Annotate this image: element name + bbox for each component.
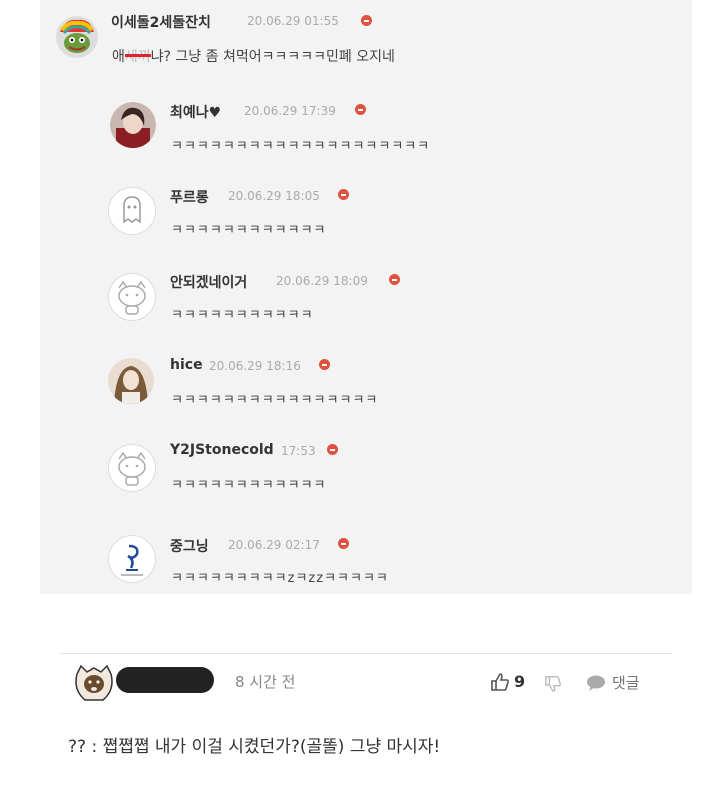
avatar[interactable] — [110, 102, 156, 148]
avatar[interactable] — [108, 535, 156, 583]
reply-author[interactable]: 최예나♥ — [170, 102, 221, 122]
reply-text: ㅋㅋㅋㅋㅋㅋㅋㅋㅋㅋㅋㅋ — [171, 478, 327, 493]
reply-timestamp: 20.06.29 18:05 — [228, 189, 320, 203]
reply-author[interactable]: 푸르롱 — [170, 187, 209, 207]
delete-icon[interactable] — [327, 444, 338, 455]
speech-bubble-icon[interactable] — [586, 674, 606, 692]
delete-icon[interactable] — [338, 189, 349, 200]
avatar[interactable] — [108, 273, 156, 321]
reply-timestamp: 17:53 — [281, 444, 316, 458]
like-count: 9 — [514, 672, 526, 691]
avatar[interactable] — [108, 444, 156, 492]
avatar[interactable] — [56, 16, 98, 58]
reply-author[interactable]: 안되겠네이거 — [170, 272, 247, 292]
reply-button[interactable]: 댓글 — [612, 672, 640, 693]
reply-timestamp: 20.06.29 17:39 — [244, 104, 336, 118]
avatar[interactable] — [73, 664, 115, 706]
reply-author[interactable]: Y2JStonecold — [170, 442, 274, 458]
delete-icon[interactable] — [355, 104, 366, 115]
reply-author[interactable]: hice — [170, 357, 203, 373]
comment-text: ?? : 쪕쪕쪕 내가 이걸 시켰던가?(골똘) 그냥 마시자! — [68, 737, 441, 757]
thumb-down-icon[interactable] — [544, 675, 562, 693]
redacted-username — [116, 667, 214, 693]
reply-text: ㅋㅋㅋㅋㅋㅋㅋㅋㅋzㅋzzㅋㅋㅋㅋㅋ — [171, 571, 389, 586]
comment-timestamp: 8 시간 전 — [235, 673, 296, 691]
reply-text: ㅋㅋㅋㅋㅋㅋㅋㅋㅋㅋㅋㅋㅋㅋㅋㅋㅋㅋㅋㅋ — [171, 139, 431, 154]
comment-author[interactable]: 이세돌2세돌잔치 — [111, 12, 211, 32]
reply-timestamp: 20.06.29 18:09 — [276, 274, 368, 288]
thumb-up-icon[interactable] — [490, 672, 510, 692]
reply-text: ㅋㅋㅋㅋㅋㅋㅋㅋㅋㅋㅋ — [171, 308, 314, 323]
redacted-word: 새끼 — [124, 46, 151, 66]
reply-timestamp: 20.06.29 02:17 — [228, 538, 320, 552]
reply-author[interactable]: 중그닝 — [170, 536, 209, 556]
delete-icon[interactable] — [389, 274, 400, 285]
delete-icon[interactable] — [319, 359, 330, 370]
reply-text: ㅋㅋㅋㅋㅋㅋㅋㅋㅋㅋㅋㅋ — [171, 223, 327, 238]
avatar[interactable] — [108, 358, 154, 404]
delete-icon[interactable] — [338, 538, 349, 549]
delete-icon[interactable] — [361, 15, 372, 26]
avatar[interactable] — [108, 187, 156, 235]
divider — [60, 653, 672, 654]
comment-timestamp: 20.06.29 01:55 — [247, 14, 339, 28]
reply-timestamp: 20.06.29 18:16 — [209, 359, 301, 373]
comment-text: 애새끼냐? 그냥 좀 쳐먹어ㅋㅋㅋㅋㅋ민폐 오지네 — [112, 46, 395, 66]
reply-text: ㅋㅋㅋㅋㅋㅋㅋㅋㅋㅋㅋㅋㅋㅋㅋㅋ — [171, 393, 379, 408]
